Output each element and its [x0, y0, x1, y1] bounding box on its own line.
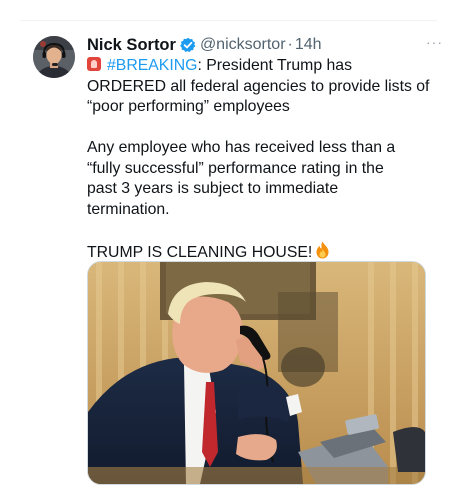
tweet-header: Nick Sortor @nicksortor · 14h	[87, 34, 437, 56]
tweet-line-8-text: TRUMP IS CLEANING HOUSE!	[87, 243, 313, 261]
tweet-line-1: #BREAKING: President Trump has	[87, 56, 427, 77]
hashtag-breaking[interactable]: #BREAKING	[107, 57, 197, 74]
tweet-line-1-text: : President Trump has	[197, 57, 352, 74]
tweet-line-2: ORDERED all federal agencies to provide …	[87, 77, 430, 95]
tweet-line-4: Any employee who has received less than …	[87, 139, 396, 156]
tweet-line-5: “fully successful” performance rating in…	[87, 159, 384, 177]
rotating-light-icon	[87, 57, 101, 71]
author-handle[interactable]: @nicksortor	[200, 36, 286, 54]
verified-badge-icon	[180, 37, 196, 53]
tweet-line-6: past 3 years is subject to immediate	[87, 180, 339, 197]
tweet-text: #BREAKING: President Trump has ORDERED a…	[87, 56, 430, 265]
tweet-card[interactable]: Nick Sortor @nicksortor · 14h ··· #BREAK…	[0, 0, 457, 500]
tweet-line-3: “poor performing” employees	[87, 98, 290, 115]
photo-image	[88, 262, 425, 484]
author-name[interactable]: Nick Sortor	[87, 36, 176, 55]
tweet-photo[interactable]	[87, 261, 426, 485]
tweet-line-7: termination.	[87, 200, 170, 218]
separator-dot: ·	[287, 36, 293, 53]
avatar[interactable]	[33, 36, 75, 78]
more-options-icon[interactable]: ···	[426, 34, 443, 50]
avatar-image	[33, 36, 75, 78]
timestamp[interactable]: 14h	[295, 36, 322, 54]
